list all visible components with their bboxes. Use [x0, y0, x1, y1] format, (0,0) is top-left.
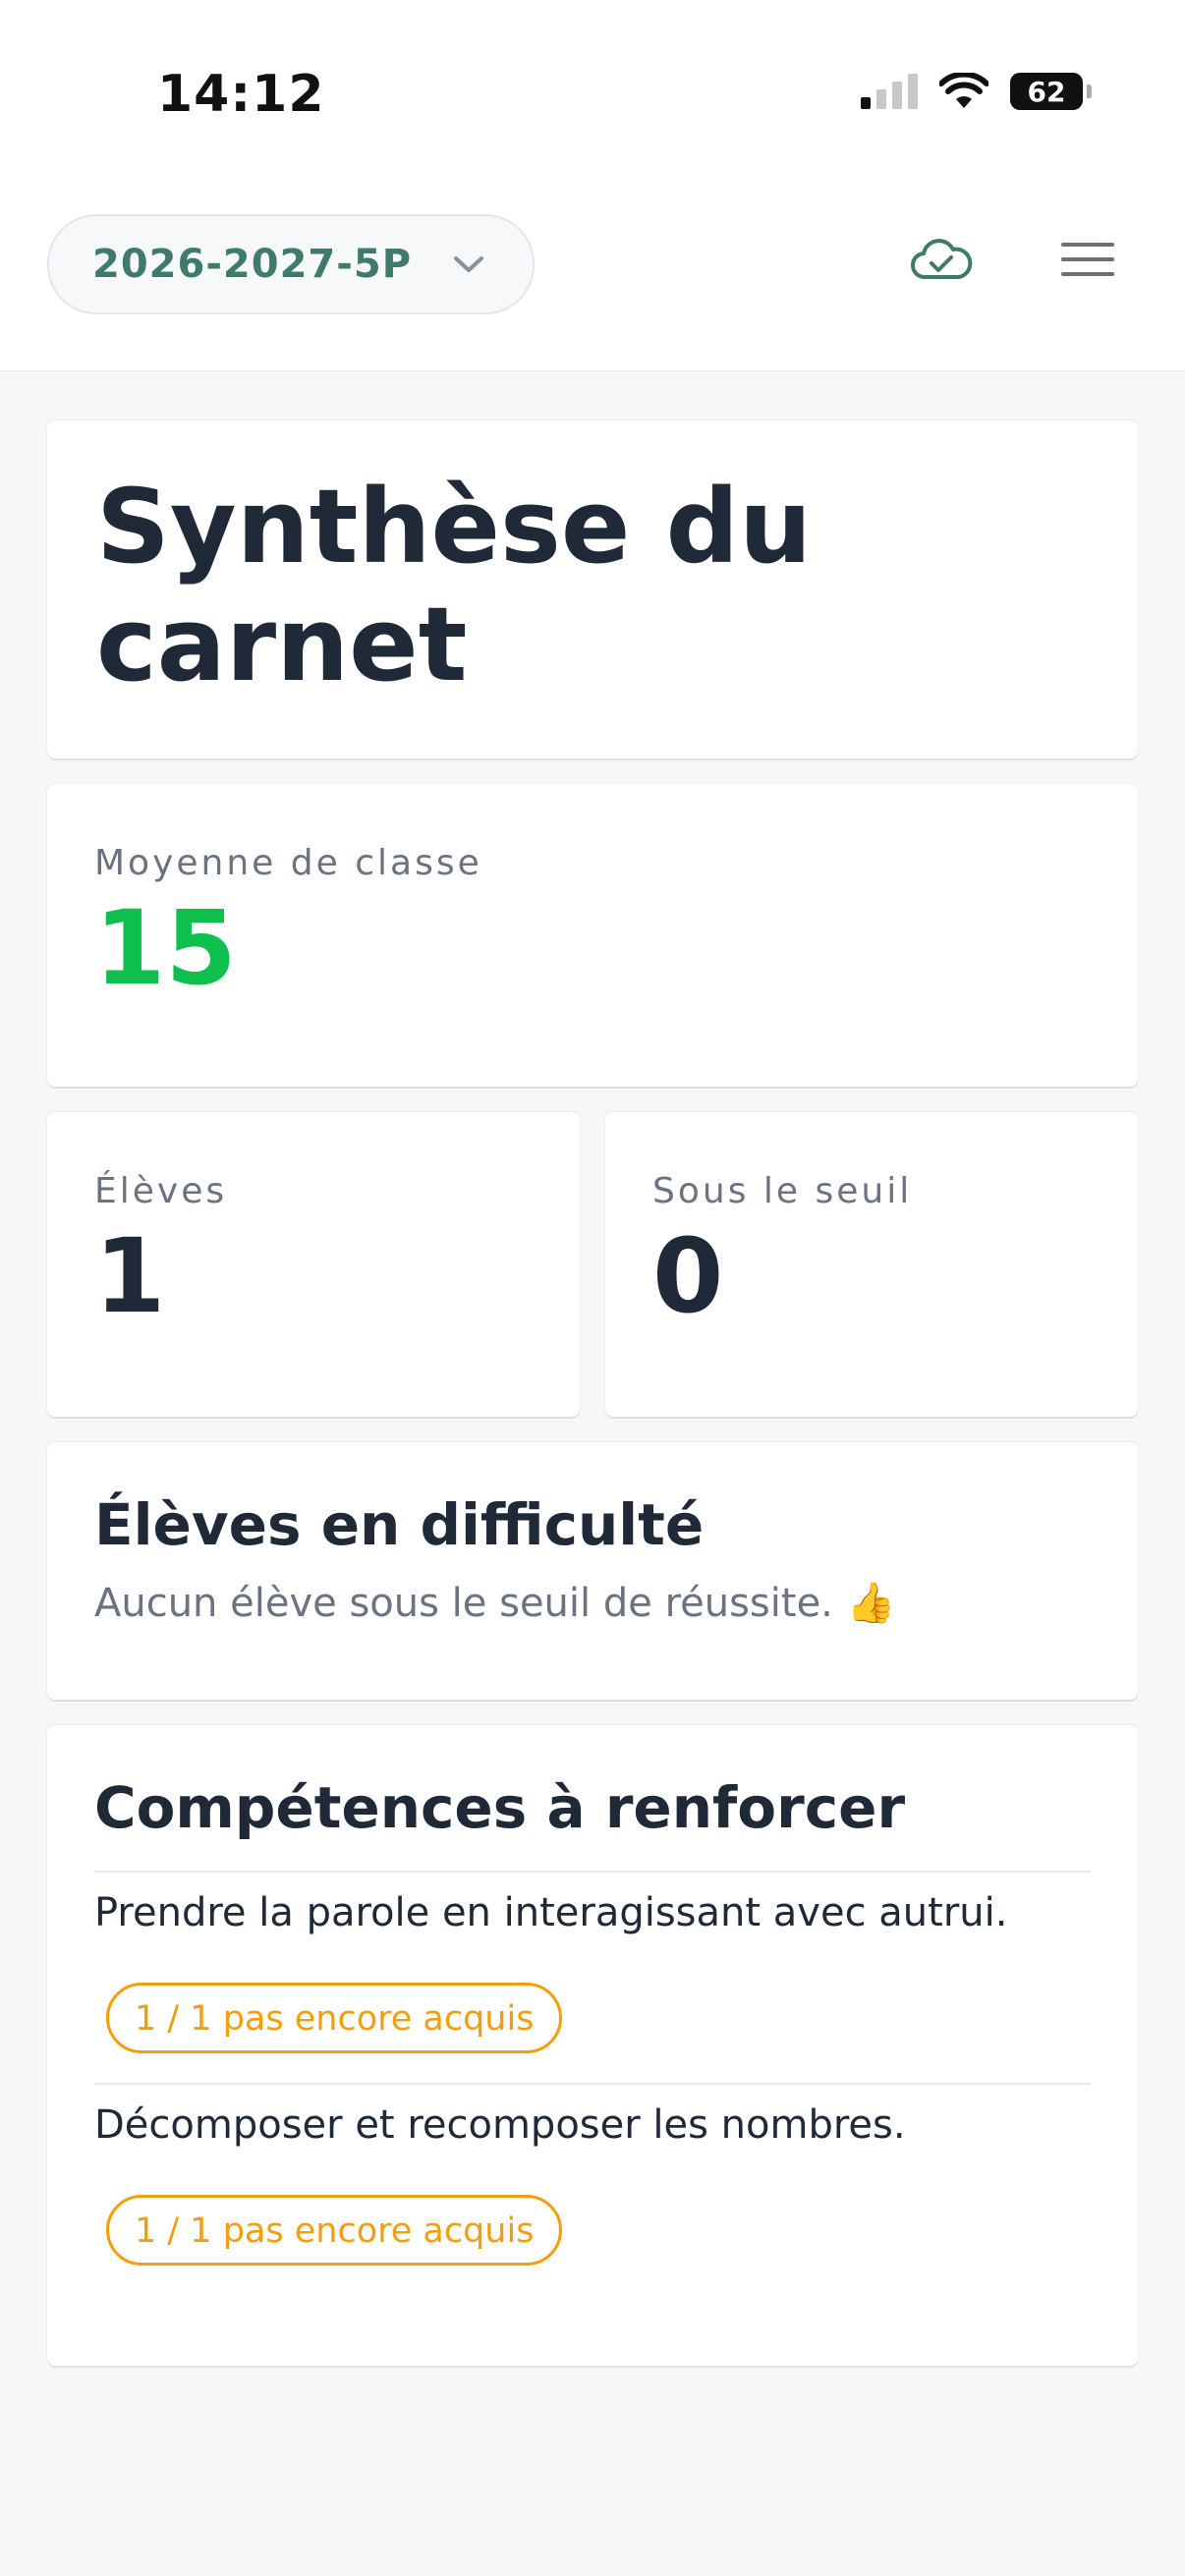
status-time: 14:12 [157, 65, 325, 124]
header-icons [910, 238, 1116, 281]
difficulty-message-row: Aucun élève sous le seuil de réussite. 👍 [94, 1580, 1091, 1627]
title-card: Synthèse du carnet [47, 420, 1138, 758]
skills-card: Compétences à renforcer Prendre la parol… [47, 1725, 1138, 2366]
app-header: 2026-2027-5P [0, 177, 1185, 371]
battery-icon: 62 [1010, 73, 1092, 110]
main-content: Synthèse du carnet Moyenne de classe 15 … [47, 420, 1138, 2366]
page-title: Synthèse du carnet [96, 467, 813, 704]
class-selector[interactable]: 2026-2027-5P [47, 214, 535, 314]
status-icons: 62 [861, 73, 1092, 110]
wifi-icon [939, 73, 988, 108]
students-label: Élèves [94, 1171, 228, 1211]
skill-name: Prendre la parole en interagissant avec … [94, 1890, 1008, 1935]
skills-title: Compétences à renforcer [94, 1774, 906, 1841]
skill-name: Décomposer et recomposer les nombres. [94, 2102, 906, 2148]
metric-row: Élèves 1 Sous le seuil 0 [47, 1112, 1138, 1417]
below-threshold-card: Sous le seuil 0 [605, 1112, 1138, 1417]
cloud-check-icon[interactable] [910, 238, 973, 281]
difficulty-title: Élèves en difficulté [94, 1491, 705, 1558]
menu-icon[interactable] [1059, 240, 1116, 279]
skill-item: Prendre la parole en interagissant avec … [94, 1871, 1091, 2053]
status-bar: 14:12 62 [0, 0, 1185, 177]
students-value: 1 [94, 1216, 166, 1336]
chevron-down-icon [454, 256, 483, 272]
skill-status-badge: 1 / 1 pas encore acquis [106, 1983, 563, 2053]
class-average-label: Moyenne de classe [94, 843, 482, 883]
students-card: Élèves 1 [47, 1112, 580, 1417]
class-selector-label: 2026-2027-5P [92, 242, 413, 287]
skill-status-badge: 1 / 1 pas encore acquis [106, 2195, 563, 2266]
battery-level: 62 [1027, 75, 1066, 108]
class-average-value: 15 [94, 888, 237, 1008]
below-threshold-value: 0 [652, 1216, 724, 1336]
thumbs-up-icon: 👍 [846, 1581, 896, 1626]
class-average-card: Moyenne de classe 15 [47, 784, 1138, 1087]
difficulty-card: Élèves en difficulté Aucun élève sous le… [47, 1442, 1138, 1700]
skill-item: Décomposer et recomposer les nombres. 1 … [94, 2083, 1091, 2266]
below-threshold-label: Sous le seuil [652, 1171, 913, 1211]
difficulty-message: Aucun élève sous le seuil de réussite. [94, 1580, 833, 1626]
cellular-signal-icon [861, 74, 918, 109]
